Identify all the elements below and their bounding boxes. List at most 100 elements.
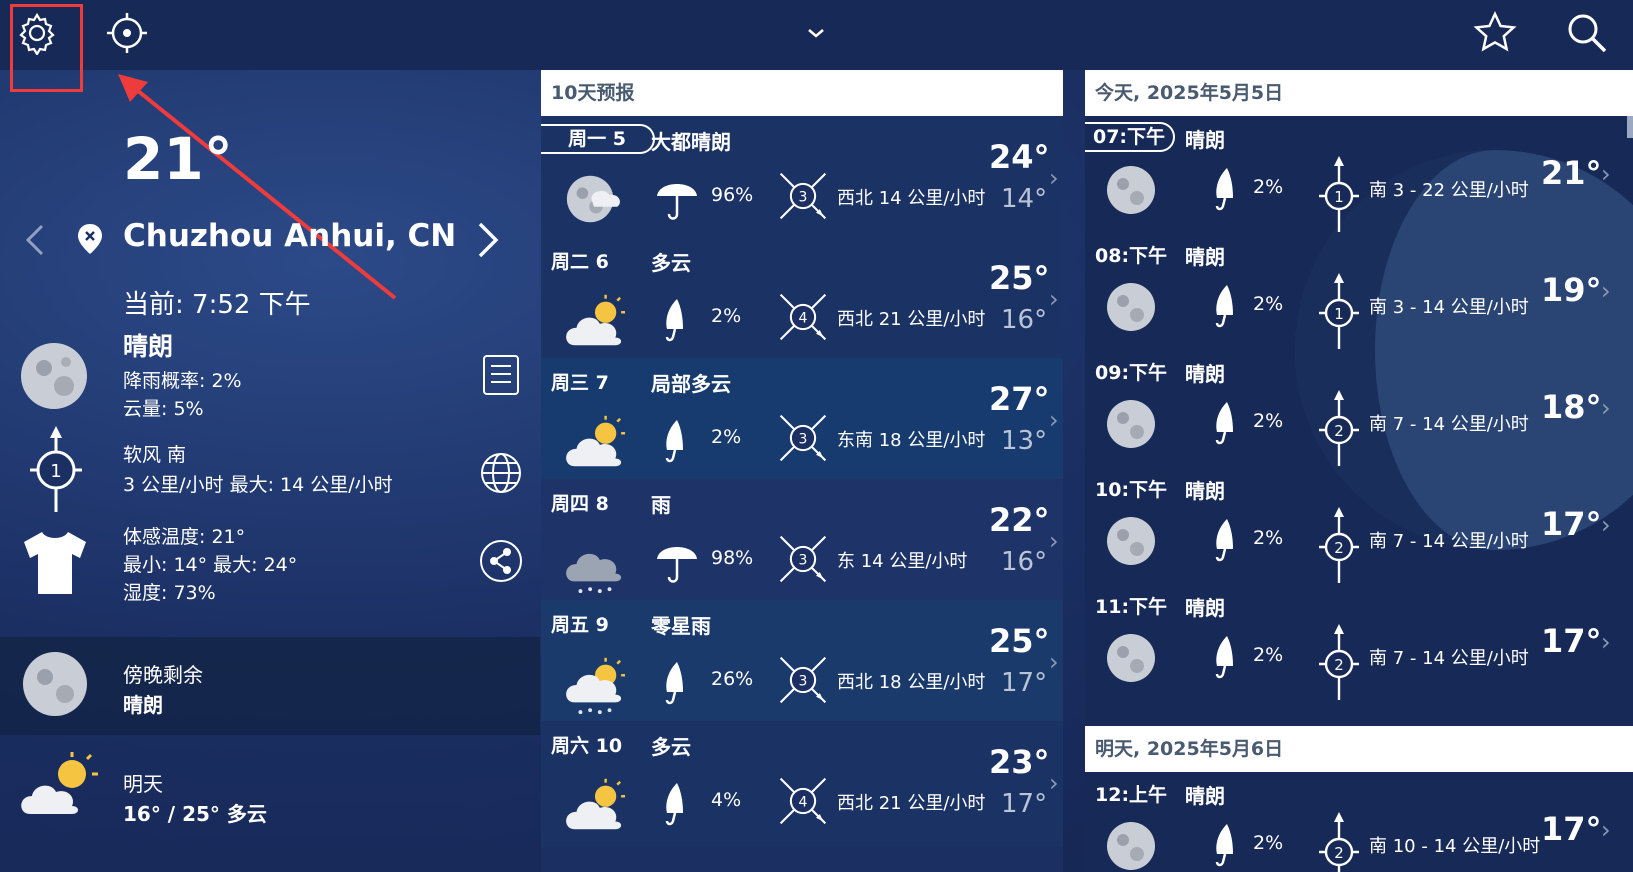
- humidity: 湿度: 73%: [123, 582, 216, 604]
- cloud-cover: 云量: 5%: [123, 398, 204, 420]
- forecast-day-row[interactable]: 周五 9 零星雨 26% 3 西北 18 公里/小时 25° 17° ›: [541, 600, 1063, 726]
- hour-rain-pct: 2%: [1253, 644, 1284, 666]
- hour-temp: 21°: [1541, 154, 1602, 192]
- hourly-row[interactable]: 12:上午 晴朗 2% 2 南 10 - 14 公里/小时 17° ›: [1085, 772, 1633, 872]
- hour-condition: 晴朗: [1185, 128, 1225, 152]
- current-weather-panel: 21° Chuzhou Anhui, CN 当前: 7:52 下午 晴朗 降雨概…: [0, 70, 540, 872]
- umbrella-icon: [1203, 398, 1243, 450]
- forecast-day-row[interactable]: 周二 6 多云 2% 4 西北 21 公里/小时 25° 16° ›: [541, 237, 1063, 363]
- hour-rain-pct: 2%: [1253, 176, 1284, 198]
- forecast-high: 23°: [989, 743, 1050, 781]
- umbrella-icon: [1203, 164, 1243, 216]
- chevron-right-icon[interactable]: ›: [1601, 628, 1611, 656]
- forecast-condition: 多云: [651, 735, 691, 759]
- wind-compass-icon: 1: [1317, 271, 1361, 355]
- svg-text:1: 1: [1334, 305, 1344, 323]
- wind-compass-icon: 1: [1317, 154, 1361, 238]
- forecast-rain-pct: 2%: [711, 305, 742, 327]
- forecast-low: 17°: [1001, 668, 1048, 698]
- hourly-row[interactable]: 10:下午 晴朗 2% 2 南 7 - 14 公里/小时 17° ›: [1085, 467, 1633, 589]
- umbrella-icon: [653, 537, 701, 589]
- hourly-row[interactable]: 07:下午 晴朗 2% 1 南 3 - 22 公里/小时 21° ›: [1085, 116, 1633, 238]
- chevron-right-icon[interactable]: ›: [1601, 160, 1611, 188]
- wind-compass-icon: 1: [30, 426, 82, 512]
- evening-remaining-row[interactable]: 傍晚剩余 晴朗: [0, 637, 540, 735]
- umbrella-icon: [653, 779, 693, 831]
- forecast-condition: 雨: [651, 493, 671, 517]
- tomorrow-row[interactable]: 明天 16° / 25° 多云: [0, 738, 540, 838]
- wind-compass-icon: 3: [775, 168, 831, 228]
- forecast-rain-pct: 4%: [711, 789, 742, 811]
- locate-icon[interactable]: [104, 10, 150, 56]
- condition-row: 晴朗 降雨概率: 2% 云量: 5%: [0, 328, 540, 420]
- svg-text:2: 2: [1334, 656, 1344, 674]
- svg-text:1: 1: [1334, 188, 1344, 206]
- chevron-right-icon[interactable]: ›: [1049, 648, 1059, 676]
- star-icon[interactable]: [1472, 10, 1518, 56]
- hourly-row[interactable]: 11:下午 晴朗 2% 2 南 7 - 14 公里/小时 17° ›: [1085, 584, 1633, 706]
- chevron-left-icon[interactable]: [22, 222, 48, 258]
- chevron-right-icon[interactable]: ›: [1049, 527, 1059, 555]
- chevron-right-icon[interactable]: ›: [1601, 277, 1611, 305]
- svg-text:3: 3: [799, 553, 808, 569]
- chevron-right-icon[interactable]: ›: [1049, 406, 1059, 434]
- chevron-down-icon[interactable]: [793, 10, 839, 56]
- scrollbar[interactable]: [1627, 116, 1633, 138]
- chevron-right-icon[interactable]: ›: [1601, 511, 1611, 539]
- umbrella-icon: [653, 295, 693, 347]
- forecast-low: 16°: [1001, 547, 1048, 577]
- forecast-day: 周三 7: [551, 372, 609, 394]
- hour-time: 11:下午: [1095, 596, 1168, 618]
- moon-cloud-icon: [566, 175, 620, 223]
- today-title: 今天, 2025年5月5日: [1085, 70, 1633, 116]
- location-name[interactable]: Chuzhou Anhui, CN: [123, 218, 456, 254]
- location-pin-icon: [78, 224, 102, 254]
- details-icon[interactable]: [478, 352, 524, 398]
- forecast-low: 17°: [1001, 789, 1048, 819]
- wind-speed: 3 公里/小时 最大: 14 公里/小时: [123, 474, 393, 496]
- forecast-day-row[interactable]: 周六 10 多云 4% 4 西北 21 公里/小时 23° 17° ›: [541, 721, 1063, 847]
- svg-text:3: 3: [799, 432, 808, 448]
- wind-compass-icon: 2: [1317, 505, 1361, 589]
- moon-icon: [1105, 632, 1157, 688]
- chevron-right-icon[interactable]: ›: [1049, 285, 1059, 313]
- hourly-row[interactable]: 08:下午 晴朗 2% 1 南 3 - 14 公里/小时 19° ›: [1085, 233, 1633, 355]
- wind-compass-icon: 4: [775, 289, 831, 349]
- hour-condition: 晴朗: [1185, 245, 1225, 269]
- tomorrow-cond: 16° / 25° 多云: [123, 802, 267, 826]
- umbrella-icon: [653, 416, 693, 468]
- svg-text:3: 3: [799, 190, 808, 206]
- moon-icon: [1105, 281, 1157, 337]
- forecast-high: 27°: [989, 380, 1050, 418]
- chevron-right-icon[interactable]: ›: [1601, 394, 1611, 422]
- forecast-day-row[interactable]: 周四 8 雨 98% 3 东 14 公里/小时 22° 16° ›: [541, 479, 1063, 605]
- moon-icon: [1105, 515, 1157, 571]
- hour-time: 12:上午: [1095, 784, 1168, 806]
- share-icon[interactable]: [478, 538, 524, 584]
- svg-text:2: 2: [1334, 844, 1344, 862]
- forecast-day-row[interactable]: 周三 7 局部多云 2% 3 东南 18 公里/小时 27° 13° ›: [541, 358, 1063, 484]
- chevron-right-icon[interactable]: ›: [1049, 164, 1059, 192]
- forecast-day: 周二 6: [551, 251, 609, 273]
- rain-chance: 降雨概率: 2%: [123, 370, 242, 392]
- svg-text:3: 3: [799, 674, 808, 690]
- forecast-rain-pct: 98%: [711, 547, 754, 569]
- chevron-right-icon[interactable]: [474, 220, 500, 260]
- svg-text:4: 4: [799, 311, 808, 327]
- search-icon[interactable]: [1564, 10, 1610, 56]
- chevron-right-icon[interactable]: ›: [1049, 769, 1059, 797]
- globe-icon[interactable]: [478, 450, 524, 496]
- forecast-day-row[interactable]: 周一 5 大都晴朗 96% 3 西北 14 公里/小时 24° 14° ›: [541, 116, 1063, 242]
- forecast-condition: 多云: [651, 251, 691, 275]
- shirt-icon: [24, 532, 86, 594]
- hourly-row[interactable]: 09:下午 晴朗 2% 2 南 7 - 14 公里/小时 18° ›: [1085, 350, 1633, 472]
- chevron-right-icon[interactable]: ›: [1601, 816, 1611, 844]
- location-row: Chuzhou Anhui, CN: [0, 210, 540, 270]
- umbrella-icon: [1203, 820, 1243, 872]
- hour-temp: 17°: [1541, 810, 1602, 848]
- forecast-high: 25°: [989, 259, 1050, 297]
- forecast-day: 周一 5: [541, 124, 655, 154]
- wind-compass-icon: 2: [1317, 622, 1361, 706]
- forecast-condition: 大都晴朗: [651, 130, 731, 154]
- forecast-wind: 西北 14 公里/小时: [837, 188, 986, 209]
